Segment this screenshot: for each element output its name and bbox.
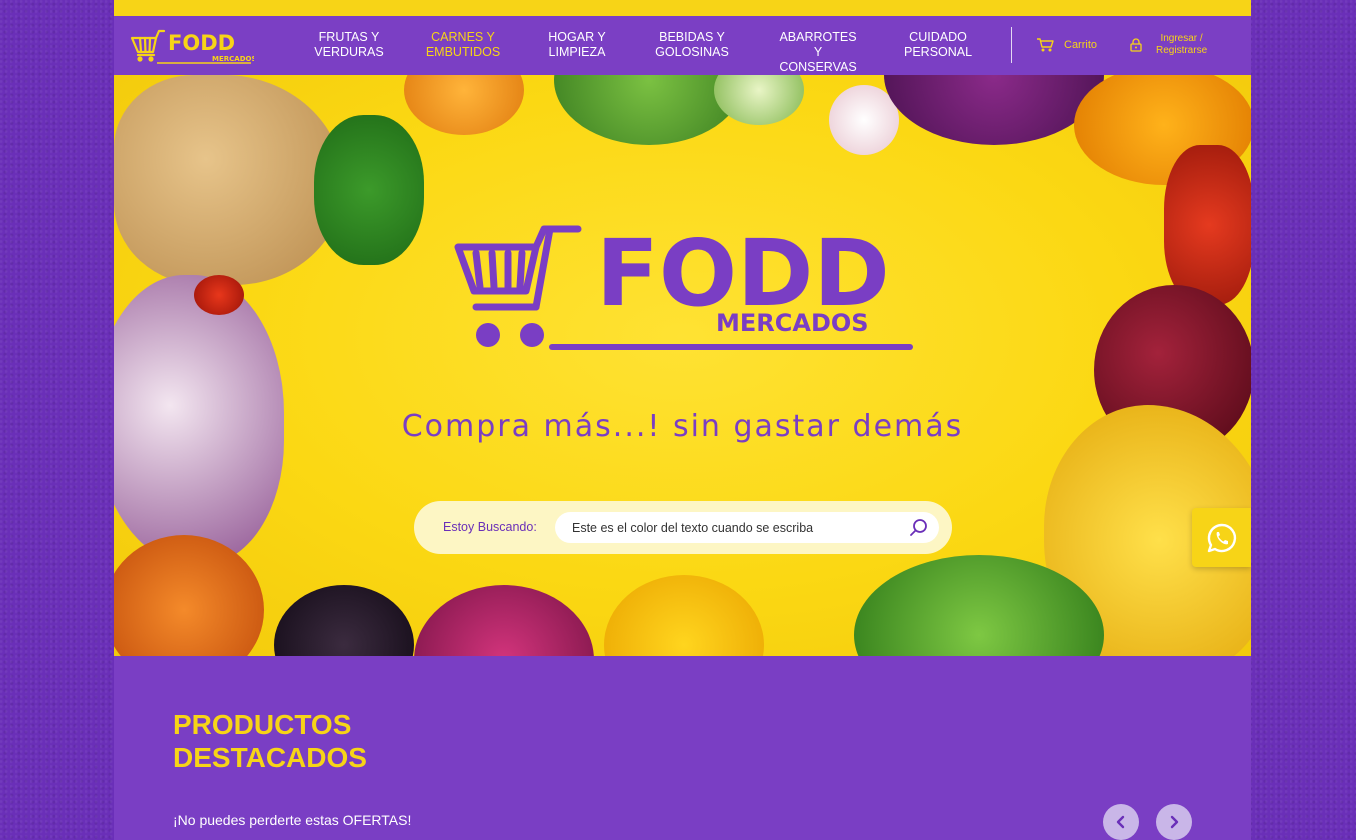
nav-divider (1011, 27, 1012, 63)
featured-title: PRODUCTOS DESTACADOS (173, 709, 367, 773)
login-register-label: Ingresar / Registrarse (1156, 33, 1208, 56)
lock-icon (1130, 38, 1142, 52)
red-cabbage-decoration (884, 75, 1104, 145)
carousel-prev-button[interactable] (1103, 804, 1139, 840)
red-onion-decoration (414, 585, 594, 656)
whatsapp-icon (1207, 523, 1236, 552)
hero-logo: FODD MERCADOS (454, 225, 913, 350)
search-input[interactable] (555, 512, 939, 543)
page: FODD MERCADOS FRUTAS Y VERDURAS CARNES Y… (114, 0, 1251, 840)
featured-products-section: PRODUCTOS DESTACADOS ¡No puedes perderte… (114, 656, 1251, 840)
brand-logo[interactable]: FODD MERCADOS (130, 26, 254, 66)
carousel-next-button[interactable] (1156, 804, 1192, 840)
chevron-right-icon (1170, 815, 1179, 829)
herb-decoration (314, 115, 424, 265)
pumpkin-decoration (114, 535, 264, 656)
ginger-decoration (114, 75, 344, 285)
nav-item-hogar-limpieza[interactable]: HOGAR Y LIMPIEZA (542, 30, 612, 60)
whatsapp-button[interactable] (1192, 508, 1251, 567)
cucumber-decoration (714, 75, 804, 125)
yellow-pepper-bottom-decoration (604, 575, 764, 656)
nav-item-frutas-verduras[interactable]: FRUTAS Y VERDURAS (312, 30, 386, 60)
nav-item-cuidado-personal[interactable]: CUIDADO PERSONAL (904, 30, 972, 60)
featured-subtitle: ¡No puedes perderte estas OFERTAS! (173, 812, 412, 828)
cart-label: Carrito (1064, 39, 1098, 51)
hero-banner: FODD MERCADOS Compra más...! sin gastar … (114, 75, 1251, 656)
login-register-button[interactable]: Ingresar / Registrarse (1130, 33, 1207, 57)
hero-brand-sub: MERCADOS (716, 309, 869, 337)
dark-eggplant-decoration (274, 585, 414, 656)
chili-decoration (194, 275, 244, 315)
brand-name: FODD (168, 31, 235, 55)
main-navigation: FODD MERCADOS FRUTAS Y VERDURAS CARNES Y… (114, 16, 1251, 75)
search-bar: Estoy Buscando: (414, 501, 952, 554)
search-label: Estoy Buscando: (443, 520, 537, 534)
brand-sub: MERCADOS (212, 55, 254, 63)
cart-button[interactable]: Carrito (1036, 34, 1097, 56)
search-icon[interactable] (909, 518, 929, 538)
nav-item-abarrotes-conservas[interactable]: ABARROTES Y CONSERVAS (776, 30, 860, 75)
red-pepper-decoration (1164, 145, 1251, 305)
hero-slogan: Compra más...! sin gastar demás (401, 409, 964, 444)
nav-item-carnes-embutidos[interactable]: CARNES Y EMBUTIDOS (423, 30, 503, 60)
cart-icon (1037, 38, 1054, 52)
chevron-left-icon (1116, 815, 1125, 829)
orange-decoration (404, 75, 524, 135)
top-accent-bar (114, 0, 1251, 16)
nav-item-bebidas-golosinas[interactable]: BEBIDAS Y GOLOSINAS (653, 30, 731, 60)
